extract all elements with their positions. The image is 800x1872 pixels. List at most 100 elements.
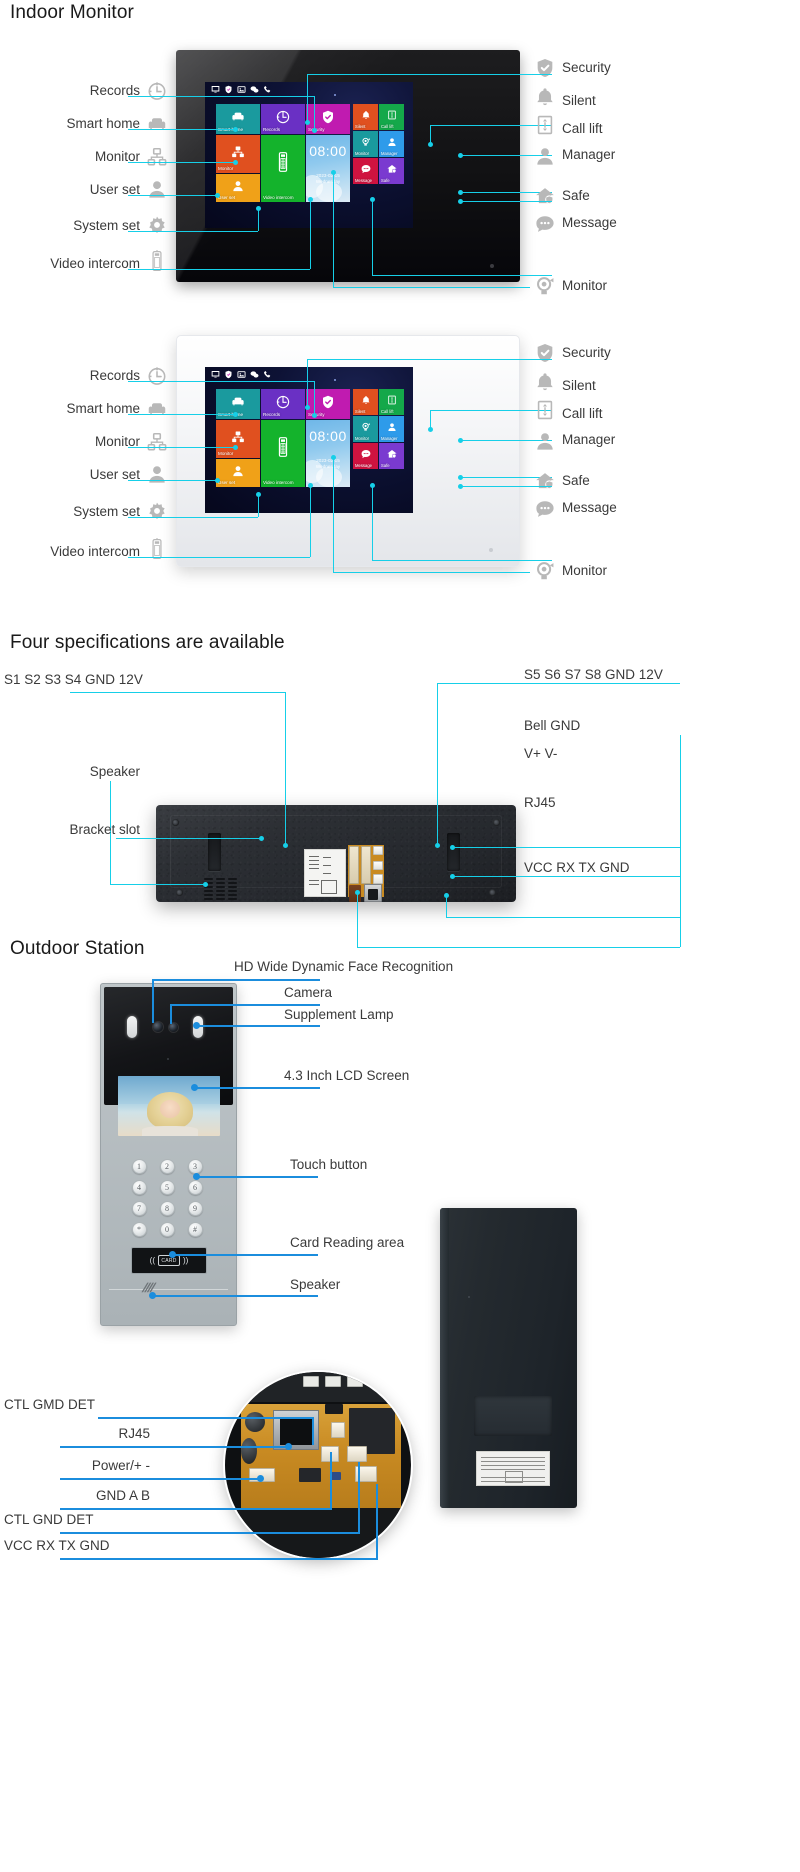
user-icon (232, 180, 245, 193)
tile-video-intercom[interactable]: Video intercom (261, 135, 305, 202)
tile-monitor-camera[interactable]: Monitor (353, 131, 378, 157)
key-2[interactable]: 2 (159, 1159, 175, 1174)
leader-dot (370, 483, 375, 488)
leader-line (307, 74, 308, 121)
picture-icon (237, 370, 246, 379)
device-indicator-led (489, 548, 493, 552)
key-7[interactable]: 7 (131, 1201, 147, 1216)
connector-bell-gnd (373, 846, 383, 855)
leader-line (452, 847, 680, 848)
leader-dot (149, 1292, 156, 1299)
tile-user-set[interactable]: User set (216, 174, 260, 202)
leader-line (152, 979, 154, 1023)
message-icon (534, 498, 556, 520)
leader-line (196, 1176, 318, 1178)
callout-rj45: RJ45 (524, 795, 556, 810)
leader-line (460, 201, 552, 202)
callout-video-intercom: Video intercom (50, 256, 140, 271)
tile-records[interactable]: Records (261, 104, 305, 134)
key-hash[interactable]: # (187, 1222, 203, 1237)
tile-monitor[interactable]: Monitor (216, 135, 260, 173)
product-spec-page: Indoor Monitor Smart home Records (0, 0, 800, 1872)
key-4[interactable]: 4 (131, 1180, 147, 1195)
leader-line (172, 1254, 318, 1256)
key-1[interactable]: 1 (131, 1159, 147, 1174)
tile-user-set[interactable]: User set (216, 459, 260, 487)
indicator-pill-left (127, 1016, 137, 1038)
key-star[interactable]: * (131, 1222, 147, 1237)
leader-line (358, 1462, 360, 1532)
clock-time: 08:00 (309, 143, 347, 160)
tile-label: Video intercom (263, 195, 294, 201)
tile-video-intercom[interactable]: Video intercom (261, 420, 305, 487)
callout-silent: Silent (562, 378, 596, 393)
leader-line (128, 162, 235, 163)
key-0[interactable]: 0 (159, 1222, 175, 1237)
message-icon (360, 449, 371, 460)
key-3[interactable]: 3 (187, 1159, 203, 1174)
leader-line (310, 200, 311, 269)
leader-line (357, 893, 358, 947)
camera-icon (361, 422, 371, 432)
leader-line (314, 96, 315, 130)
leader-line (152, 1295, 318, 1297)
key-8[interactable]: 8 (159, 1201, 175, 1216)
tile-silent[interactable]: Silent (353, 104, 378, 130)
tile-safe[interactable]: Safe (379, 158, 404, 184)
leader-line (430, 125, 431, 143)
tile-silent[interactable]: Silent (353, 389, 378, 415)
leader-line (98, 1417, 312, 1419)
callout-message: Message (562, 500, 617, 515)
keypad: 1 2 3 4 5 6 7 8 9 * 0 # (101, 1159, 236, 1238)
leader-line (307, 74, 552, 75)
tile-message[interactable]: Message (353, 443, 378, 469)
tile-monitor-camera[interactable]: Monitor (353, 416, 378, 442)
sofa-icon (146, 113, 168, 135)
tile-monitor[interactable]: Monitor (216, 420, 260, 458)
tile-label: Silent (355, 123, 366, 129)
leader-line (333, 172, 334, 287)
leader-line (128, 480, 217, 481)
phone-icon (263, 85, 272, 94)
tile-records[interactable]: Records (261, 389, 305, 419)
leader-line (128, 517, 258, 518)
callout-message: Message (562, 215, 617, 230)
shield-check-icon (321, 110, 336, 125)
tile-clock-weather: 08:00 2023-02-15 Wednesday (306, 135, 350, 202)
key-5[interactable]: 5 (159, 1180, 175, 1195)
leader-dot (256, 206, 261, 211)
manager-icon (534, 145, 556, 167)
callout-video-intercom: Video intercom (50, 544, 140, 559)
home-shield-icon (534, 185, 556, 207)
leader-line (128, 557, 310, 558)
tile-manager[interactable]: Manager (379, 131, 404, 157)
camera-icon (534, 275, 556, 297)
leader-line (460, 486, 552, 487)
leader-line (128, 96, 314, 97)
connector-v-plus-minus (373, 874, 383, 884)
key-9[interactable]: 9 (187, 1201, 203, 1216)
leader-line (680, 877, 681, 947)
bell-icon (361, 110, 371, 120)
tile-call-lift[interactable]: Call lift (379, 104, 404, 130)
home-shield-icon (534, 470, 556, 492)
tile-label: User set (218, 480, 236, 486)
leader-dot (355, 890, 360, 895)
clock-time: 08:00 (309, 428, 347, 445)
card-reading-area[interactable]: (( CARD )) (131, 1247, 207, 1274)
leader-line (258, 210, 259, 231)
tile-safe[interactable]: Safe (379, 443, 404, 469)
key-6[interactable]: 6 (187, 1180, 203, 1195)
tile-call-lift[interactable]: Call lift (379, 389, 404, 415)
callout-monitor-right: Monitor (562, 563, 608, 578)
tile-message[interactable]: Message (353, 158, 378, 184)
tile-label: User set (218, 195, 236, 201)
callout-smart-home: Smart home (66, 116, 140, 131)
leader-dot (370, 197, 375, 202)
camera-lens (153, 1022, 163, 1032)
tile-manager[interactable]: Manager (379, 416, 404, 442)
callout-monitor-right: Monitor (562, 278, 608, 293)
callout-card-reading-area: Card Reading area (290, 1235, 405, 1250)
gear-icon (146, 215, 168, 237)
leader-dot (256, 492, 261, 497)
